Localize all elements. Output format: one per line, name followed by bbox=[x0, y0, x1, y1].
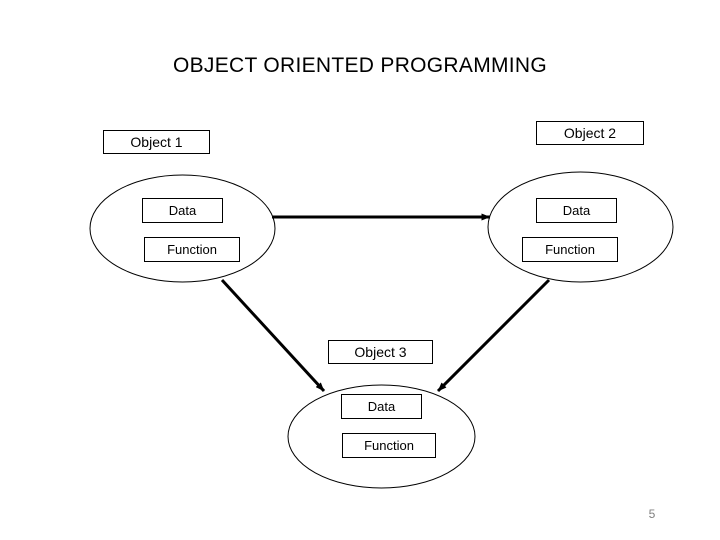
object-3-data-box[interactable]: Data bbox=[341, 394, 422, 419]
object-3-function-box[interactable]: Function bbox=[342, 433, 436, 458]
object-2-ellipse bbox=[487, 171, 674, 283]
connector-object-2-to-object-3 bbox=[436, 278, 551, 393]
object-1-function-box[interactable]: Function bbox=[144, 237, 240, 262]
connector-object-1-to-object-3 bbox=[220, 278, 326, 393]
object-1-data-box[interactable]: Data bbox=[142, 198, 223, 223]
object-2-function-box[interactable]: Function bbox=[522, 237, 618, 262]
slide-canvas: OBJECT ORIENTED PROGRAMMING Object 1 Dat… bbox=[0, 0, 720, 540]
page-number: 5 bbox=[648, 507, 656, 521]
object-1-label[interactable]: Object 1 bbox=[103, 130, 210, 154]
object-2-data-box[interactable]: Data bbox=[536, 198, 617, 223]
object-1-ellipse bbox=[89, 174, 276, 283]
object-3-label[interactable]: Object 3 bbox=[328, 340, 433, 364]
diagram-canvas bbox=[89, 171, 674, 489]
object-2-label[interactable]: Object 2 bbox=[536, 121, 644, 145]
